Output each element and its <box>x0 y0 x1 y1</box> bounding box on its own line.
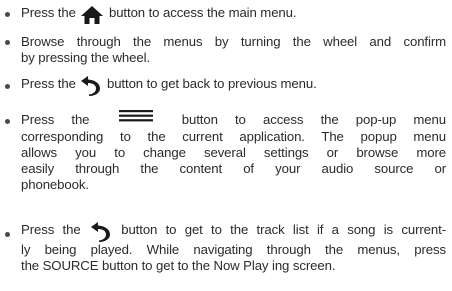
item-text-line: by pressing the wheel. <box>21 50 151 65</box>
item-text-line: easily through the content of your audio… <box>21 161 446 176</box>
bullet-icon <box>5 119 10 124</box>
list-item: Press the button to access the pop-up me… <box>0 110 446 193</box>
item-text: Press the button to access the main menu… <box>21 2 446 24</box>
item-text-line: allows you to change several settings or… <box>21 145 446 160</box>
menu-icon <box>118 110 153 122</box>
list-item: Press the button to access the main menu… <box>0 2 446 24</box>
list-item: Press the button to get to the track lis… <box>0 218 446 274</box>
item-text-after: button to get back to previous menu. <box>106 76 317 91</box>
item-text-before: Press the <box>21 76 76 91</box>
back-icon <box>90 221 111 242</box>
item-text-line: corresponding to the current application… <box>21 129 446 144</box>
list-item: Browse through the menus by turning the … <box>0 34 446 66</box>
item-text: Browse through the menus by turning the … <box>21 34 446 66</box>
item-text-line: the SOURCE button to get to the Now Play… <box>21 258 336 273</box>
item-text-before: Press the <box>21 5 76 20</box>
item-text-before: Press the <box>21 222 81 237</box>
bullet-icon <box>5 84 10 89</box>
item-text: Press the button to access the pop-up me… <box>21 110 446 193</box>
item-text-after: button to access the pop-up menu <box>181 112 446 127</box>
item-text-before: Press the <box>21 112 90 127</box>
instruction-list: Press the button to access the main menu… <box>0 0 452 291</box>
item-text: Press the button to get back to previous… <box>21 72 446 96</box>
item-text-after: button to get to the track list if a son… <box>121 222 446 237</box>
home-icon <box>81 6 104 24</box>
item-text-after: button to access the main menu. <box>108 5 297 20</box>
item-text-line: Browse through the menus by turning the … <box>21 34 446 49</box>
bullet-icon <box>5 232 10 237</box>
bullet-icon <box>5 40 10 45</box>
item-text-line: phonebook. <box>21 177 89 192</box>
list-item: Press the button to get back to previous… <box>0 72 446 96</box>
back-icon <box>81 75 101 96</box>
item-text: Press the button to get to the track lis… <box>21 218 446 274</box>
bullet-icon <box>5 12 10 17</box>
item-text-line: ly being played. While navigating throug… <box>21 242 446 257</box>
